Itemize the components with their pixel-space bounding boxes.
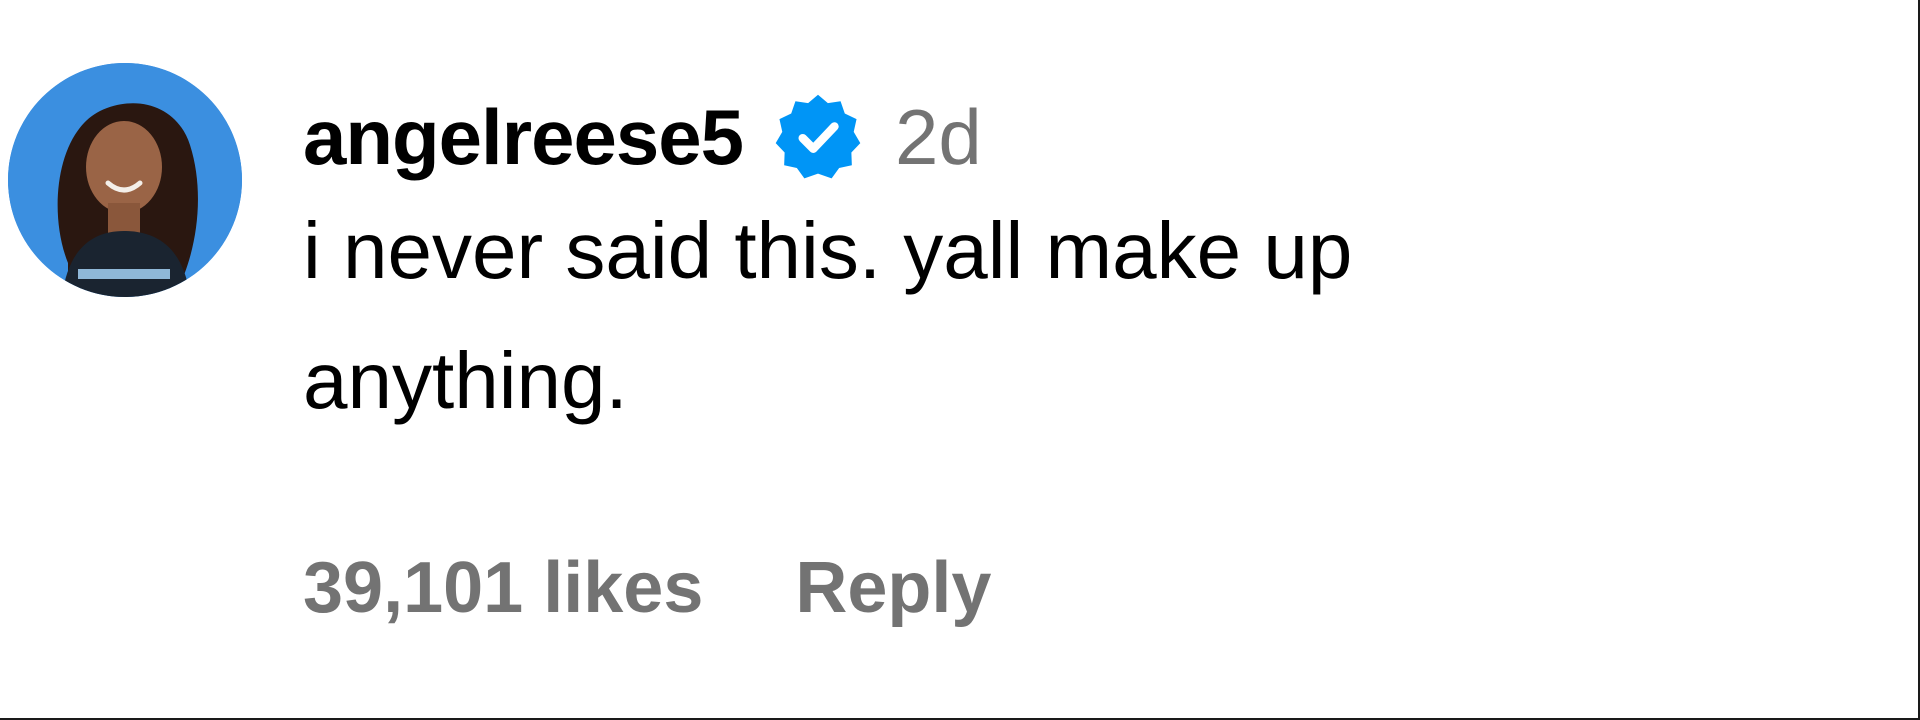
- username-link[interactable]: angelreese5: [303, 98, 744, 176]
- comment-actions: 39,101 likes Reply: [303, 543, 991, 633]
- comment-text: i never said this. yall make up anything…: [303, 206, 1353, 425]
- timestamp[interactable]: 2d: [895, 98, 982, 176]
- avatar[interactable]: [8, 63, 242, 297]
- reply-button[interactable]: Reply: [795, 552, 991, 624]
- avatar-image: [8, 63, 242, 297]
- comment-header: angelreese5 2d: [303, 92, 1878, 182]
- comment-body: angelreese5 2d i never said this. yall m…: [303, 92, 1878, 446]
- comment-item: angelreese5 2d i never said this. yall m…: [0, 0, 1918, 718]
- verified-badge-icon: [771, 90, 865, 184]
- likes-count[interactable]: 39,101 likes: [303, 552, 703, 624]
